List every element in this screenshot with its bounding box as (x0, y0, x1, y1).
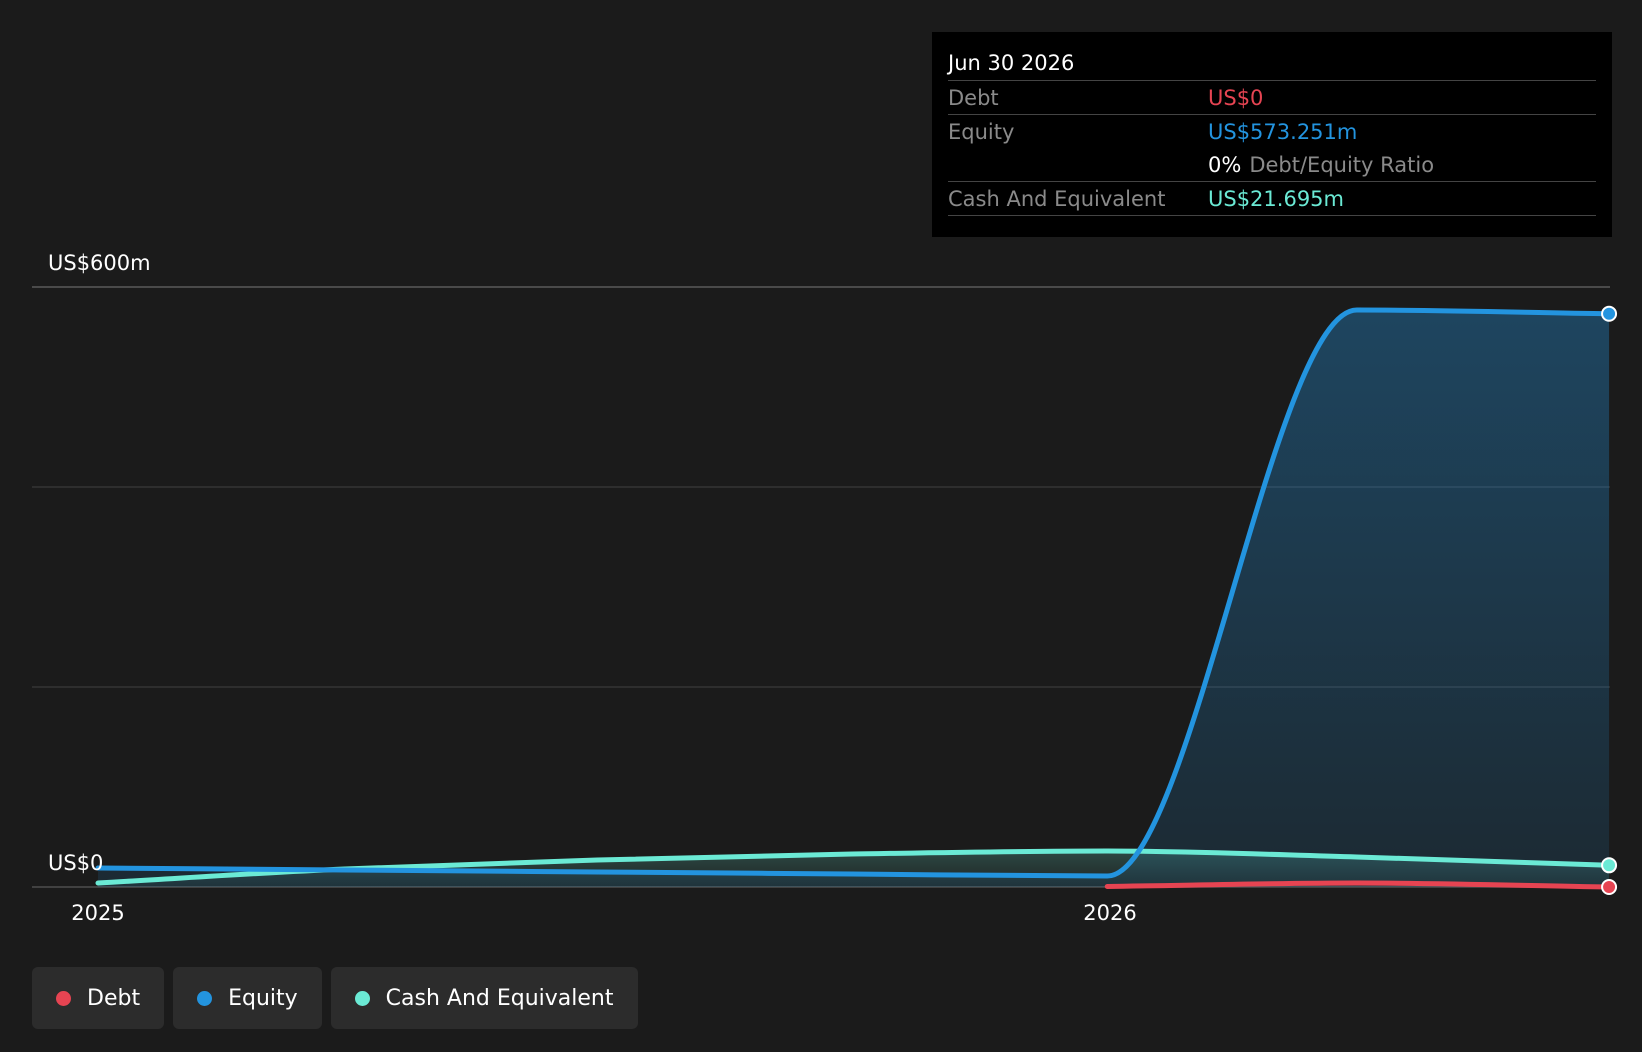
tooltip-equity-value: US$573.251m (1208, 119, 1358, 144)
legend-item-debt[interactable]: Debt (32, 967, 165, 1029)
tooltip-equity-label: Equity (948, 119, 1015, 144)
tooltip-date: Jun 30 2026 (948, 51, 1075, 75)
legend-item-cash[interactable]: Cash And Equivalent (330, 967, 638, 1029)
area-fills (98, 310, 1610, 887)
legend-label-debt: Debt (87, 985, 141, 1011)
tooltip-debt-label: Debt (948, 85, 999, 110)
tooltip-ratio-value: 0% (1208, 152, 1242, 177)
tooltip-row-debt: Debt US$0 (948, 80, 1596, 114)
tooltip-row-equity: Equity US$573.251m (948, 114, 1596, 148)
tooltip-ratio-label: Debt/Equity Ratio (1249, 152, 1435, 177)
tooltip-row-ratio: 0% Debt/Equity Ratio (948, 148, 1596, 181)
legend-dot-debt (56, 990, 71, 1006)
legend-dot-cash (354, 990, 370, 1006)
legend-label-equity: Equity (228, 985, 298, 1011)
x-tick-label-2025: 2025 (71, 901, 124, 925)
tooltip-row-cash: Cash And Equivalent US$21.695m (948, 181, 1596, 216)
legend-dot-equity (197, 990, 213, 1006)
tooltip-debt-value: US$0 (1208, 85, 1264, 110)
y-tick-label-top: US$600m (48, 251, 151, 275)
chart-tooltip: Jun 30 2026 Debt US$0 Equity US$573.251m… (932, 32, 1612, 237)
legend-label-cash: Cash And Equivalent (385, 985, 614, 1011)
chart-legend: Debt Equity Cash And Equivalent (32, 967, 638, 1029)
tooltip-cash-label: Cash And Equivalent (948, 186, 1166, 211)
point-equity[interactable] (1601, 305, 1618, 322)
point-debt[interactable] (1601, 879, 1618, 895)
point-cash-and-equivalent[interactable] (1601, 857, 1618, 874)
area-equity (98, 310, 1610, 887)
x-tick-label-2026: 2026 (1083, 901, 1136, 925)
tooltip-cash-value: US$21.695m (1208, 186, 1344, 211)
y-tick-label-zero: US$0 (48, 851, 103, 875)
legend-item-equity[interactable]: Equity (173, 967, 322, 1029)
